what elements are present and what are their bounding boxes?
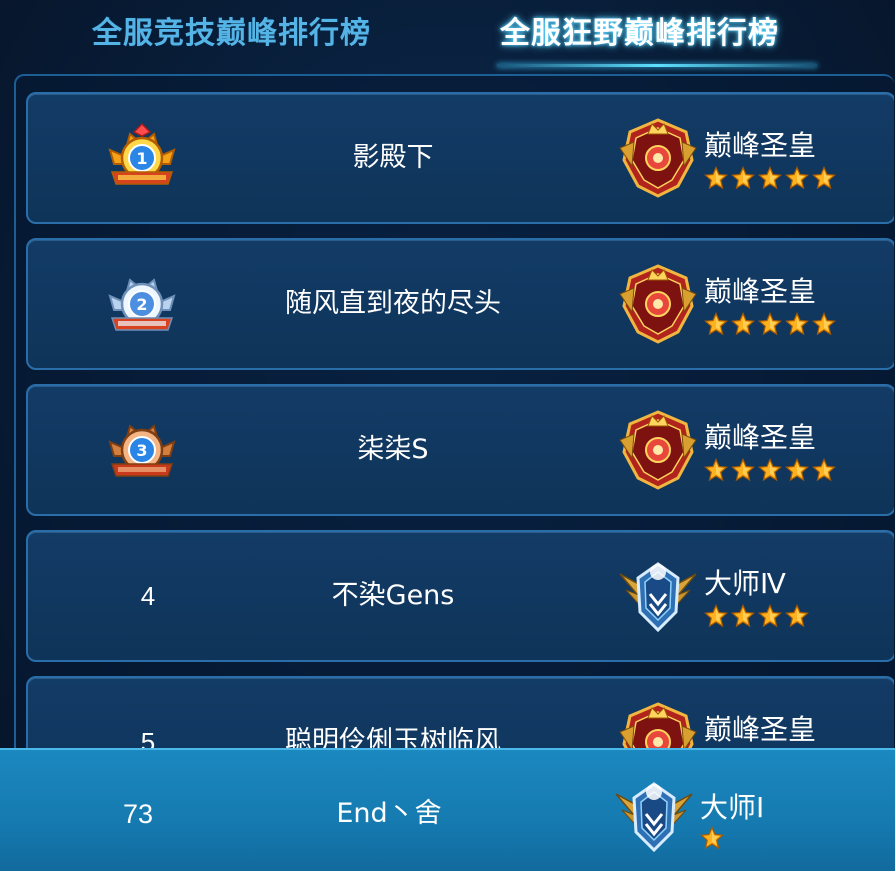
star-icon (731, 312, 755, 336)
star-icon (758, 312, 782, 336)
silver-medal-icon: 2 (104, 266, 180, 342)
svg-text:2: 2 (136, 295, 147, 314)
star-icon (758, 166, 782, 190)
peak-emperor-emblem-icon (616, 408, 700, 492)
peak-emperor-emblem-icon (616, 262, 700, 346)
master-emblem-icon (612, 774, 696, 858)
tier-stars (704, 166, 836, 192)
my-tier-stars (700, 826, 724, 850)
player-name: 不染Gens (331, 580, 455, 611)
table-row[interactable]: 4 不染Gens 大师Ⅳ (26, 530, 894, 662)
star-icon (785, 312, 809, 336)
star-icon (700, 826, 724, 850)
star-icon (812, 458, 836, 482)
tab-bar: 全服竞技巅峰排行榜 全服狂野巅峰排行榜 (0, 0, 895, 70)
player-name: 随风直到夜的尽头 (285, 288, 501, 319)
star-icon (785, 166, 809, 190)
star-icon (812, 166, 836, 190)
star-icon (758, 458, 782, 482)
my-rank-number: 73 (122, 799, 154, 829)
peak-emperor-emblem-icon (616, 116, 700, 200)
svg-text:1: 1 (136, 149, 147, 168)
player-name: 柒柒S (357, 434, 429, 465)
star-icon (704, 312, 728, 336)
table-row[interactable]: 2 随风直到夜的尽头 巅峰圣皇 (26, 238, 894, 370)
star-icon (785, 458, 809, 482)
tier-name: 巅峰圣皇 (704, 421, 817, 454)
star-icon (704, 604, 728, 628)
gold-medal-icon: 1 (104, 120, 180, 196)
table-row[interactable]: 1 影殿下 巅峰圣皇 (26, 92, 894, 224)
star-icon (704, 458, 728, 482)
active-tab-indicator (497, 64, 817, 67)
ranking-list[interactable]: 1 影殿下 巅峰圣皇 2 随风直到夜的尽头 巅峰圣皇 3 柒柒S 巅峰圣皇 4 不染Gens 大师Ⅳ 5… (14, 74, 894, 778)
my-player-name: End丶舍 (336, 798, 442, 829)
star-icon (758, 604, 782, 628)
tier-name: 大师Ⅳ (704, 567, 786, 600)
star-icon (731, 458, 755, 482)
my-ranking-row[interactable]: 73 End丶舍 大师Ⅰ (0, 748, 895, 871)
tier-name: 巅峰圣皇 (704, 275, 817, 308)
tier-stars (704, 458, 836, 484)
player-name: 影殿下 (352, 142, 434, 173)
my-tier-name: 大师Ⅰ (700, 791, 765, 824)
tier-name: 巅峰圣皇 (704, 129, 817, 162)
star-icon (731, 166, 755, 190)
tab-wild-peak[interactable]: 全服狂野巅峰排行榜 (500, 12, 779, 56)
svg-text:3: 3 (136, 441, 147, 460)
star-icon (785, 604, 809, 628)
tier-name: 巅峰圣皇 (704, 713, 817, 746)
rank-number: 4 (140, 581, 156, 611)
star-icon (812, 312, 836, 336)
tier-stars (704, 604, 809, 630)
bronze-medal-icon: 3 (104, 412, 180, 488)
master-emblem-icon (616, 554, 700, 638)
table-row[interactable]: 3 柒柒S 巅峰圣皇 (26, 384, 894, 516)
star-icon (731, 604, 755, 628)
star-icon (704, 166, 728, 190)
tier-stars (704, 312, 836, 338)
leaderboard-screen: 全服竞技巅峰排行榜 全服狂野巅峰排行榜 1 影殿下 巅峰圣皇 2 随风直到夜的尽头 巅峰圣… (0, 0, 895, 871)
tab-arena-peak[interactable]: 全服竞技巅峰排行榜 (92, 12, 371, 56)
